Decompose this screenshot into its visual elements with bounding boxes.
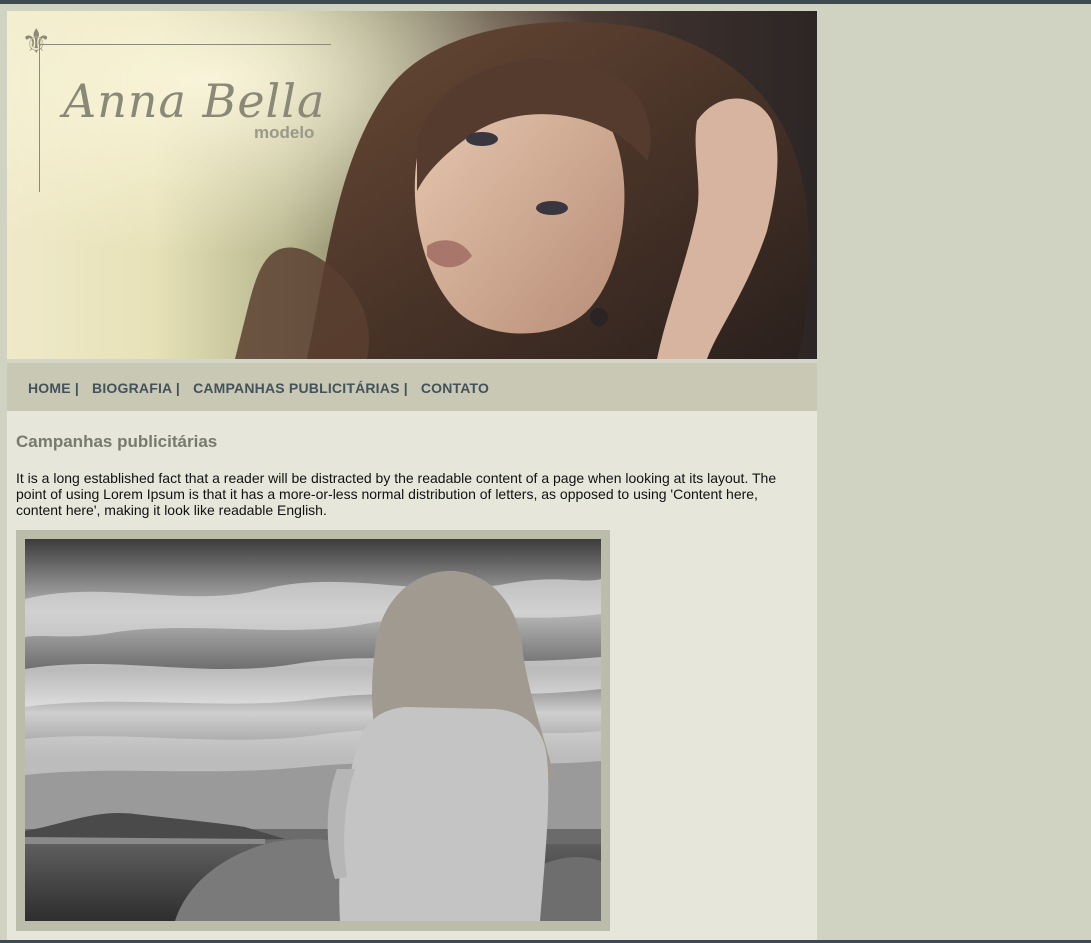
nav-link-contato[interactable]: CONTATO	[421, 380, 489, 396]
nav-item-contato[interactable]: CONTATO	[421, 380, 489, 396]
main-navigation: HOME | BIOGRAFIA | CAMPANHAS PUBLICITÁRI…	[7, 363, 817, 411]
campaign-photo[interactable]	[25, 539, 601, 921]
banner-model-photo	[7, 11, 817, 359]
nav-item-biografia[interactable]: BIOGRAFIA |	[92, 380, 180, 396]
fleur-de-lis-icon: ⚜	[21, 22, 52, 62]
nav-item-campanhas[interactable]: CAMPANHAS PUBLICITÁRIAS |	[193, 380, 408, 396]
nav-link-campanhas[interactable]: CAMPANHAS PUBLICITÁRIAS |	[193, 380, 408, 396]
header-banner: ⚜ Anna Bella modelo	[7, 11, 817, 359]
campaign-photo-frame	[16, 530, 610, 931]
nav-item-home[interactable]: HOME |	[28, 380, 79, 396]
site-subtitle: modelo	[254, 123, 315, 142]
page-container: ⚜ Anna Bella modelo HOME | BIOGRAFIA | C…	[7, 11, 817, 943]
nav-link-biografia[interactable]: BIOGRAFIA |	[92, 380, 180, 396]
logo-frame-line	[39, 44, 331, 45]
campaign-photo-image	[25, 539, 601, 921]
nav-link-home[interactable]: HOME |	[28, 380, 79, 396]
logo-frame-line-vertical	[39, 44, 40, 192]
page-title: Campanhas publicitárias	[16, 432, 218, 451]
top-strip	[0, 0, 1091, 4]
site-title[interactable]: Anna Bella	[63, 75, 325, 127]
intro-paragraph: It is a long established fact that a rea…	[16, 470, 777, 518]
main-content: Campanhas publicitárias It is a long est…	[16, 411, 806, 518]
